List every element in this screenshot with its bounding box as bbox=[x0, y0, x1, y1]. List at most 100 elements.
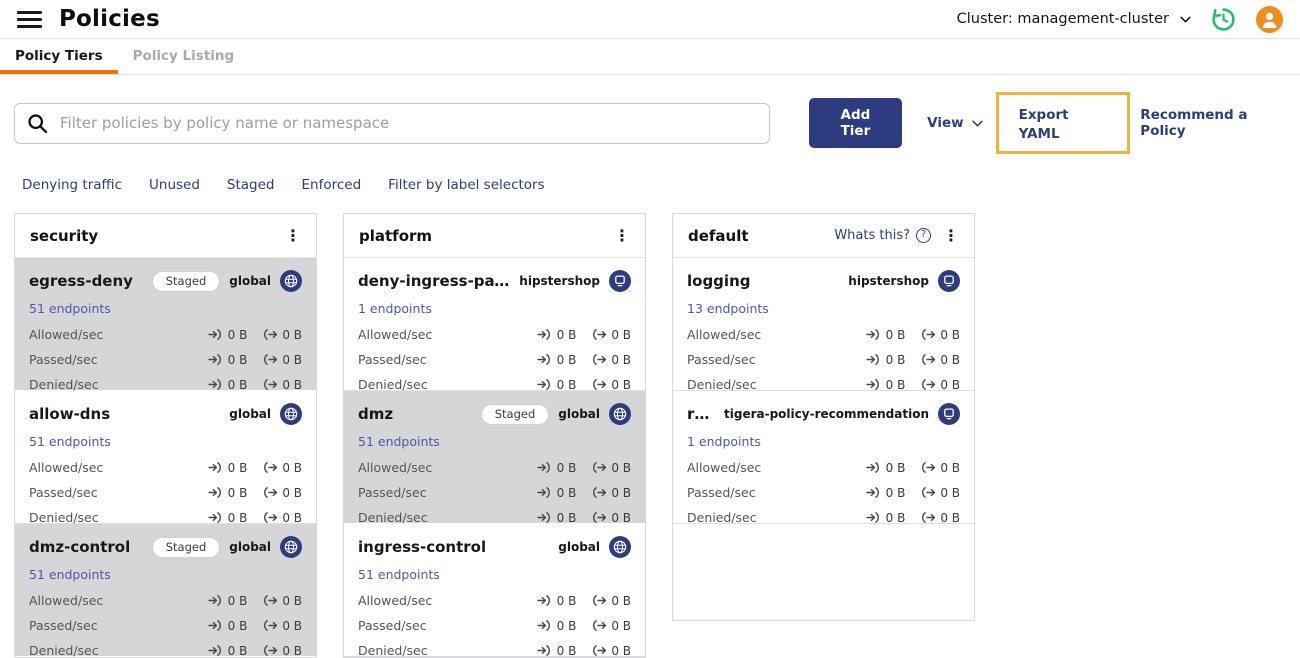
menu-icon[interactable] bbox=[17, 9, 42, 30]
ingress-value: 0 B bbox=[227, 352, 248, 367]
filter-enforced[interactable]: Enforced bbox=[302, 177, 362, 193]
egress-value: 0 B bbox=[282, 352, 302, 367]
ingress-icon bbox=[537, 461, 552, 474]
stat-label: Denied/sec bbox=[687, 377, 757, 392]
endpoints-link[interactable]: 51 endpoints bbox=[29, 567, 111, 582]
endpoints-link[interactable]: 51 endpoints bbox=[358, 567, 440, 582]
policy-card[interactable]: allow-dns global 51 endpoints Allowed/se… bbox=[15, 391, 316, 525]
egress-icon bbox=[920, 378, 935, 391]
ingress-icon bbox=[208, 353, 223, 366]
policy-filter-input[interactable] bbox=[58, 113, 757, 133]
ingress-icon bbox=[537, 619, 552, 632]
policy-card[interactable]: dmz Staged global 51 endpoints Allowed/s… bbox=[344, 391, 645, 525]
policy-card[interactable]: egress-deny Staged global 51 endpoints A… bbox=[15, 258, 316, 392]
tab-policy-tiers[interactable]: Policy Tiers bbox=[0, 39, 118, 74]
export-yaml-button[interactable]: Export YAML bbox=[1019, 107, 1069, 142]
ingress-value: 0 B bbox=[556, 618, 577, 633]
egress-icon bbox=[262, 461, 277, 474]
egress-value: 0 B bbox=[611, 643, 631, 658]
egress-value: 0 B bbox=[940, 327, 960, 342]
policy-card[interactable]: ingress-control global 51 endpoints Allo… bbox=[344, 524, 645, 658]
history-icon[interactable] bbox=[1210, 6, 1237, 33]
ingress-icon bbox=[866, 461, 881, 474]
stat-label: Passed/sec bbox=[358, 352, 427, 367]
filter-staged[interactable]: Staged bbox=[227, 177, 275, 193]
endpoints-link[interactable]: 1 endpoints bbox=[687, 434, 761, 449]
policy-name[interactable]: allow-dns bbox=[29, 405, 110, 423]
ingress-value: 0 B bbox=[227, 643, 248, 658]
recommend-policy-button[interactable]: Recommend a Policy bbox=[1140, 107, 1286, 139]
tab-policy-listing[interactable]: Policy Listing bbox=[118, 39, 250, 74]
policy-card[interactable]: restricted tigera-policy-recommendation … bbox=[673, 391, 974, 525]
whats-this-link[interactable]: Whats this? ? bbox=[834, 228, 931, 243]
endpoints-link[interactable]: 51 endpoints bbox=[29, 301, 111, 316]
policy-name[interactable]: egress-deny bbox=[29, 272, 133, 290]
cluster-label: Cluster: management-cluster bbox=[956, 11, 1169, 27]
ingress-icon bbox=[537, 328, 552, 341]
egress-value: 0 B bbox=[940, 510, 960, 525]
toolbar: Add Tier View Export YAML Recommend a Po… bbox=[14, 92, 1286, 154]
tabs-bar: Policy Tiers Policy Listing bbox=[0, 39, 1300, 75]
search-box[interactable] bbox=[14, 102, 770, 144]
stat-label: Allowed/sec bbox=[29, 593, 104, 608]
ingress-icon bbox=[537, 644, 552, 657]
egress-value: 0 B bbox=[282, 377, 302, 392]
ingress-value: 0 B bbox=[556, 643, 577, 658]
search-icon bbox=[28, 113, 48, 133]
endpoints-link[interactable]: 13 endpoints bbox=[687, 301, 769, 316]
staged-badge: Staged bbox=[480, 403, 550, 425]
ingress-icon bbox=[537, 511, 552, 524]
add-tier-button[interactable]: Add Tier bbox=[808, 98, 903, 148]
tier-menu-icon[interactable]: ⋮ bbox=[943, 227, 959, 244]
ingress-icon bbox=[866, 353, 881, 366]
endpoints-link[interactable]: 51 endpoints bbox=[29, 434, 111, 449]
stat-label: Passed/sec bbox=[687, 485, 756, 500]
policy-name[interactable]: ingress-control bbox=[358, 538, 486, 556]
tier-menu-icon[interactable]: ⋮ bbox=[614, 227, 630, 244]
egress-icon bbox=[591, 594, 606, 607]
policy-card[interactable]: logging hipstershop 13 endpoints Allowed… bbox=[673, 258, 974, 392]
egress-value: 0 B bbox=[940, 352, 960, 367]
view-dropdown[interactable]: View bbox=[927, 115, 982, 131]
ingress-value: 0 B bbox=[885, 485, 906, 500]
stat-label: Passed/sec bbox=[358, 485, 427, 500]
egress-icon bbox=[591, 486, 606, 499]
stat-label: Passed/sec bbox=[29, 485, 98, 500]
ingress-icon bbox=[866, 511, 881, 524]
endpoints-link[interactable]: 1 endpoints bbox=[358, 301, 432, 316]
tier-columns: security ⋮ egress-deny Staged global 51 … bbox=[14, 213, 1286, 658]
egress-value: 0 B bbox=[940, 485, 960, 500]
policy-card[interactable]: dmz-control Staged global 51 endpoints A… bbox=[15, 524, 316, 658]
top-bar: Policies Cluster: management-cluster bbox=[0, 0, 1300, 39]
stat-label: Allowed/sec bbox=[358, 327, 433, 342]
policy-scope-label: global bbox=[229, 274, 271, 288]
policy-name[interactable]: dmz bbox=[358, 405, 393, 423]
endpoints-link[interactable]: 51 endpoints bbox=[358, 434, 440, 449]
filter-unused[interactable]: Unused bbox=[149, 177, 200, 193]
chevron-down-icon bbox=[972, 120, 983, 127]
egress-icon bbox=[591, 328, 606, 341]
egress-value: 0 B bbox=[611, 460, 631, 475]
policy-name[interactable]: logging bbox=[687, 272, 750, 290]
egress-icon bbox=[920, 486, 935, 499]
ingress-icon bbox=[208, 328, 223, 341]
filter-label-selectors[interactable]: Filter by label selectors bbox=[388, 177, 544, 193]
user-avatar-icon[interactable] bbox=[1256, 5, 1283, 33]
export-yaml-highlight[interactable]: Export YAML bbox=[995, 92, 1131, 154]
help-icon[interactable]: ? bbox=[916, 228, 931, 243]
filter-denying-traffic[interactable]: Denying traffic bbox=[22, 177, 122, 193]
namespace-icon bbox=[938, 270, 960, 292]
policy-name[interactable]: deny-ingress-paymentservi… bbox=[358, 272, 513, 290]
policy-card[interactable]: deny-ingress-paymentservi… hipstershop 1… bbox=[344, 258, 645, 392]
global-scope-icon bbox=[280, 536, 302, 558]
ingress-value: 0 B bbox=[885, 510, 906, 525]
policy-name[interactable]: dmz-control bbox=[29, 538, 130, 556]
quick-filters: Denying traffic Unused Staged Enforced F… bbox=[22, 177, 1286, 193]
cluster-selector[interactable]: Cluster: management-cluster bbox=[957, 11, 1191, 27]
ingress-icon bbox=[208, 594, 223, 607]
policy-scope-label: hipstershop bbox=[519, 274, 600, 288]
egress-value: 0 B bbox=[611, 510, 631, 525]
policy-name[interactable]: restricted bbox=[687, 405, 718, 423]
egress-icon bbox=[262, 619, 277, 632]
tier-menu-icon[interactable]: ⋮ bbox=[285, 227, 301, 244]
